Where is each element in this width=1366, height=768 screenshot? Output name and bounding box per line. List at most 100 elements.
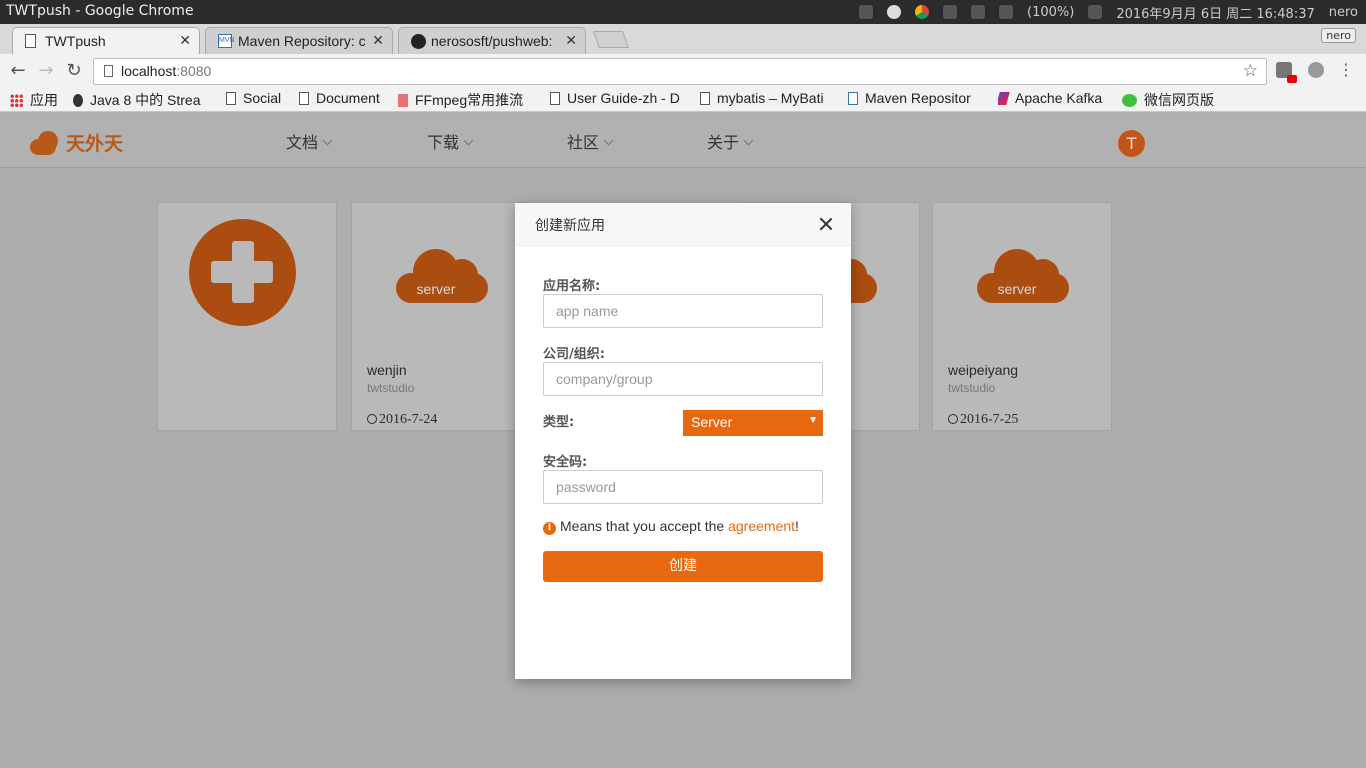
close-tab-icon[interactable]: ✕ [565, 32, 577, 49]
system-tray: (100%) 2016年9月月 6日 周二 16:48:37 nero [859, 0, 1366, 24]
user-name[interactable]: nero [1329, 5, 1358, 20]
page-icon [700, 92, 710, 105]
network-icon[interactable] [859, 5, 874, 19]
maven-icon: MVN [218, 34, 235, 48]
maven-icon [848, 92, 858, 105]
chevron-down-icon [322, 135, 333, 146]
app-name-label: 应用名称: [543, 279, 601, 294]
close-tab-icon[interactable]: ✕ [372, 32, 384, 49]
app-card[interactable]: server wenjin twtstudio 2016-7-24 [351, 202, 531, 431]
nav-download[interactable]: 下载 [427, 129, 474, 153]
server-cloud-icon: server [977, 247, 1069, 303]
tab-maven[interactable]: MVN Maven Repository: c ✕ [205, 27, 393, 54]
page-icon [550, 92, 560, 105]
bookmark-social[interactable]: Social [226, 90, 281, 106]
modal-header: 创建新应用 [515, 203, 851, 246]
extension-icon[interactable] [1276, 62, 1297, 83]
site-header: 天外天 文档 下载 社区 关于 T [0, 113, 1366, 168]
add-app-card[interactable] [157, 202, 337, 431]
page-icon [226, 92, 236, 105]
cloud-logo-icon [30, 130, 62, 155]
tab-github[interactable]: nerososft/pushweb: ✕ [398, 27, 586, 54]
password-input[interactable] [543, 470, 823, 504]
bookmark-document[interactable]: Document [299, 90, 380, 106]
os-top-bar: TWTpush - Google Chrome (100%) 2016年9月月 … [0, 0, 1366, 24]
app-name: wenjin [367, 362, 407, 378]
bookmark-wechat[interactable]: 微信网页版 [1122, 90, 1214, 110]
profile-button[interactable]: nero [1321, 28, 1356, 43]
nav-community[interactable]: 社区 [567, 129, 614, 153]
app-org: twtstudio [367, 381, 415, 395]
chevron-down-icon [603, 135, 614, 146]
forward-arrow-icon[interactable]: → [35, 60, 57, 82]
bluetooth-icon[interactable] [971, 5, 986, 19]
bookmark-star-icon[interactable]: ☆ [1243, 61, 1258, 81]
bookmark-kafka[interactable]: Apache Kafka [998, 90, 1102, 106]
keyboard-icon[interactable] [887, 5, 902, 19]
page-icon [104, 65, 113, 77]
github-icon [411, 34, 426, 49]
tab-title: Maven Repository: c [238, 33, 366, 49]
bookmark-user-guide[interactable]: User Guide-zh - D [550, 90, 684, 106]
app-org: twtstudio [948, 381, 996, 395]
company-label: 公司/组织: [543, 347, 605, 362]
type-select[interactable]: Server ▼ [683, 410, 823, 436]
clock[interactable]: 2016年9月月 6日 周二 16:48:37 [1116, 3, 1314, 22]
kafka-icon [998, 92, 1010, 105]
nav-about[interactable]: 关于 [707, 129, 754, 153]
app-name: weipeiyang [948, 362, 1019, 378]
chevron-down-icon [743, 135, 754, 146]
volume-icon[interactable] [1088, 5, 1103, 19]
messages-icon[interactable] [999, 5, 1014, 19]
cpu-monitor-icon [943, 5, 958, 19]
page-icon [25, 34, 36, 48]
modal-title: 创建新应用 [535, 218, 605, 234]
clock-icon [948, 414, 958, 424]
tab-strip: TWTpush ✕ MVN Maven Repository: c ✕ nero… [0, 24, 1366, 54]
logo-text: 天外天 [66, 133, 124, 155]
app-card[interactable]: server weipeiyang twtstudio 2016-7-25 [932, 202, 1112, 431]
type-label: 类型: [543, 415, 575, 430]
bookmark-maven[interactable]: Maven Repositor [848, 90, 982, 106]
back-arrow-icon[interactable]: ← [7, 60, 29, 82]
browser-toolbar: ← → ↻ localhost:8080 ☆ ⋮ [0, 54, 1366, 88]
new-tab-button[interactable] [592, 31, 630, 48]
bookmark-ffmpeg[interactable]: FFmpeg常用推流 [398, 90, 533, 110]
avatar[interactable]: T [1118, 130, 1145, 157]
app-date: 2016-7-24 [367, 412, 437, 428]
agreement-link[interactable]: agreement [728, 518, 795, 534]
close-tab-icon[interactable]: ✕ [179, 32, 191, 49]
github-icon [73, 94, 83, 107]
tab-title: nerososft/pushweb: [431, 33, 553, 49]
tab-title: TWTpush [45, 33, 106, 49]
jianshu-icon [398, 94, 408, 107]
tab-twtpush[interactable]: TWTpush ✕ [12, 27, 200, 54]
reload-icon[interactable]: ↻ [63, 60, 85, 82]
close-icon[interactable] [817, 215, 835, 233]
server-cloud-icon: server [396, 247, 488, 303]
bookmarks-bar: 应用 Java 8 中的 Strea Social Document FFmpe… [0, 88, 1366, 112]
bookmark-java8[interactable]: Java 8 中的 Strea [73, 90, 209, 110]
clock-icon [367, 414, 377, 424]
bookmark-apps[interactable]: 应用 [10, 90, 58, 110]
battery-status[interactable]: (100%) [1027, 5, 1074, 20]
company-input[interactable] [543, 362, 823, 396]
caret-down-icon: ▼ [808, 415, 818, 426]
password-label: 安全码: [543, 455, 588, 470]
plus-icon [189, 219, 296, 326]
address-bar[interactable]: localhost:8080 ☆ [93, 58, 1267, 85]
umbrella-extension-icon[interactable] [1308, 62, 1324, 78]
page-icon [299, 92, 309, 105]
site-logo[interactable]: 天外天 [30, 129, 123, 156]
create-button[interactable]: 创建 [543, 551, 823, 582]
bookmark-mybatis[interactable]: mybatis – MyBati [700, 90, 834, 106]
chrome-icon[interactable] [915, 5, 930, 19]
app-date: 2016-7-25 [948, 412, 1018, 428]
info-icon: i [543, 522, 556, 535]
wechat-icon [1122, 94, 1137, 107]
nav-docs[interactable]: 文档 [286, 129, 333, 153]
menu-icon[interactable]: ⋮ [1338, 60, 1354, 79]
url-text[interactable]: localhost:8080 [121, 63, 211, 79]
window-title: TWTpush - Google Chrome [6, 3, 194, 19]
app-name-input[interactable] [543, 294, 823, 328]
